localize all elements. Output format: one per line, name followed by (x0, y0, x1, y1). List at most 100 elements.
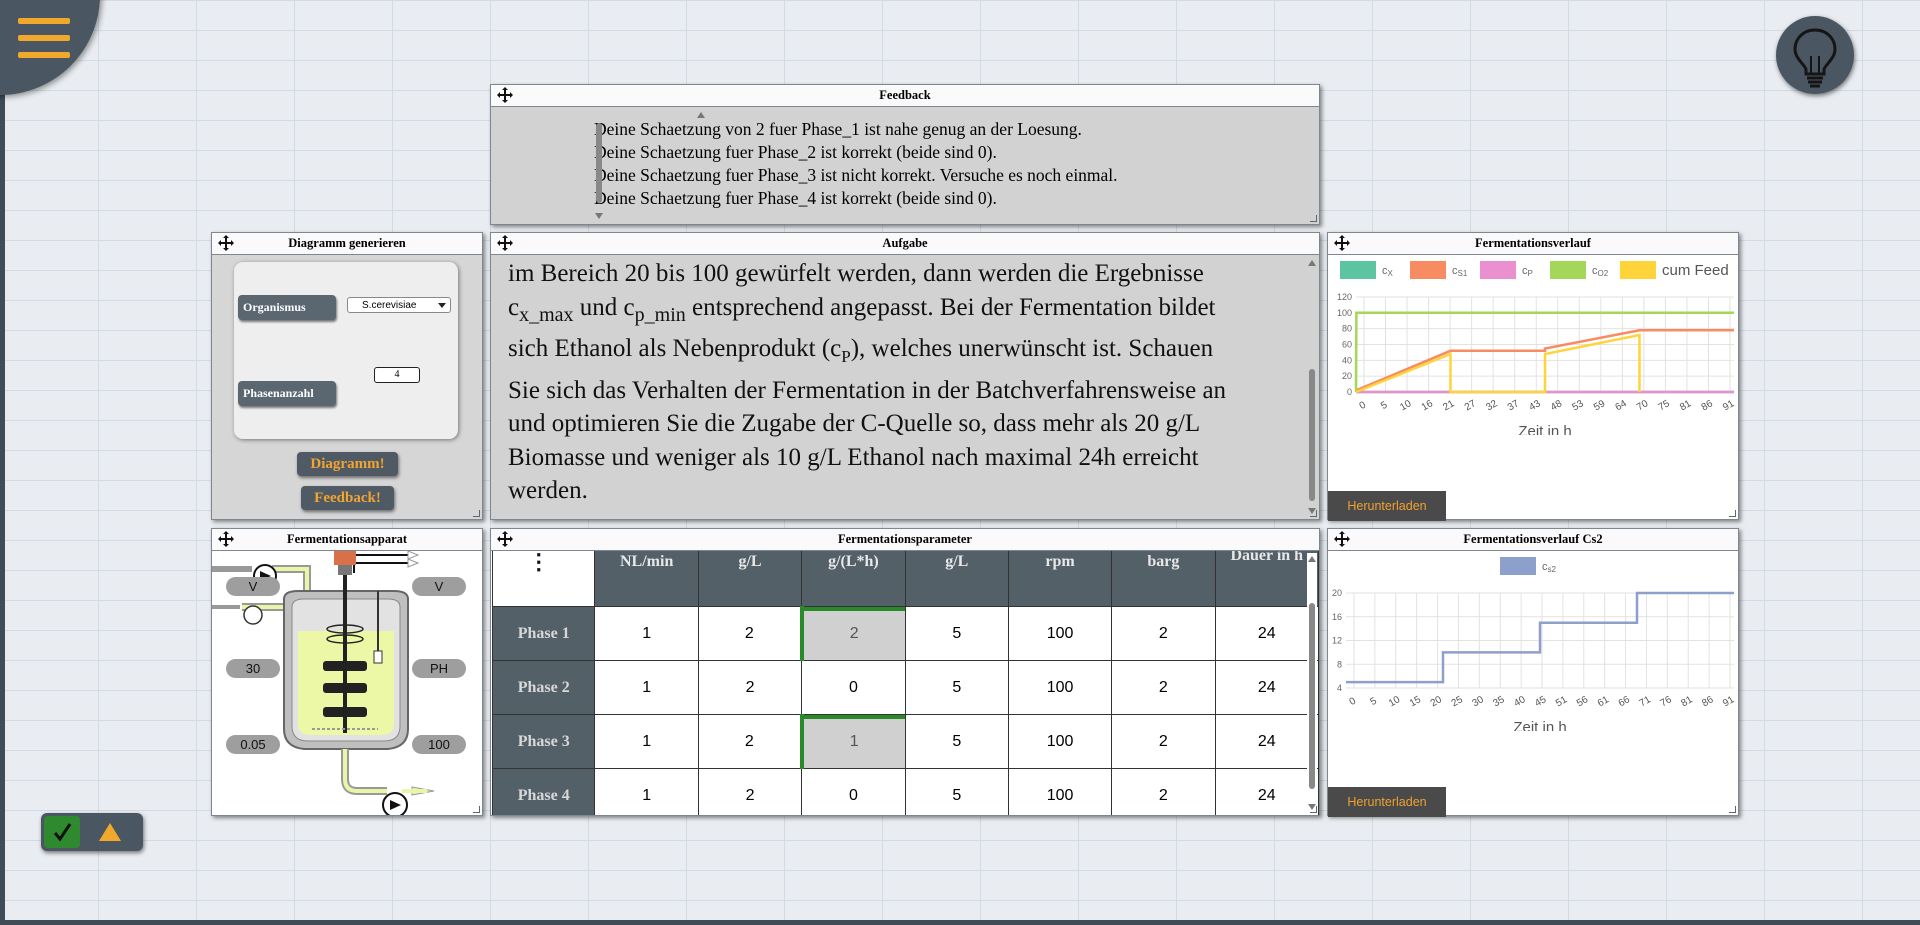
table-cell[interactable]: 24 (1214, 660, 1319, 715)
diagramm-button[interactable]: Diagramm! (297, 452, 398, 476)
table-row: Phase 2 1 2 0 5 100 2 24 (491, 660, 1319, 715)
hamburger-menu-icon[interactable] (18, 18, 70, 70)
parameter-scrollbar[interactable] (1307, 553, 1317, 813)
temperature-indicator: 30 (226, 659, 280, 678)
feedback-title: Feedback (879, 88, 931, 102)
x-tick-label: 81 (1679, 694, 1695, 709)
x-tick-label: 21 (1441, 398, 1457, 413)
table-cell[interactable]: 2 (697, 606, 803, 661)
table-cell[interactable]: 2 (697, 714, 803, 769)
download-button[interactable]: Herunterladen (1328, 491, 1446, 521)
table-cell[interactable]: 0 (801, 768, 906, 815)
row-header: Phase 3 (491, 714, 596, 769)
aufgabe-line: Sie sich das Verhalten der Fermentation … (508, 376, 1227, 404)
table-cell[interactable]: 2 (1111, 660, 1216, 715)
table-cell[interactable]: 24 (1214, 714, 1319, 769)
y-tick-label: 4 (1337, 683, 1342, 693)
table-cell[interactable]: 5 (904, 768, 1009, 815)
x-tick-label: 43 (1527, 398, 1543, 413)
move-icon[interactable] (497, 235, 513, 251)
table-cell[interactable]: 100 (1007, 660, 1113, 715)
feedback-line-4: Deine Schaetzung fuer Phase_4 ist korrek… (594, 188, 997, 208)
column-header: g/L (697, 551, 803, 607)
apparat-window: Fermentationsapparat V V 30 PH 0.05 100 (211, 528, 483, 816)
download-button[interactable]: Herunterladen (1328, 787, 1446, 817)
aufgabe-scrollbar[interactable] (1307, 257, 1317, 517)
feedback-scrollbar[interactable] (594, 109, 705, 222)
x-tick-label: 37 (1506, 398, 1522, 413)
x-tick-label: 53 (1570, 398, 1586, 413)
organismus-select[interactable]: S.cerevisiae (347, 297, 451, 313)
warning-icon[interactable] (99, 823, 121, 841)
table-cell[interactable]: 100 (1007, 714, 1113, 769)
column-header: g/(L*h) (801, 551, 906, 607)
x-tick-label: 51 (1554, 694, 1570, 709)
table-cell[interactable]: 1 (594, 714, 699, 769)
fermentation-chart: 0204060801001200 5 10 16 21 27 32 37 43 48 53 59 64 7… (1337, 261, 1737, 440)
feedback-line-3: Deine Schaetzung fuer Phase_3 ist nicht … (594, 165, 1118, 185)
resize-handle[interactable] (1310, 510, 1317, 517)
x-tick-label: 15 (1408, 694, 1424, 709)
x-tick-label: 76 (1659, 694, 1675, 709)
table-cell[interactable]: 100 (1007, 606, 1113, 661)
aufgabe-content: im Bereich 20 bis 100 gewürfelt werden, … (491, 255, 1319, 519)
table-cell[interactable]: 2 (1111, 606, 1216, 661)
x-tick-label: 30 (1471, 694, 1487, 709)
table-cell-edited[interactable]: 1 (799, 714, 907, 769)
resize-handle[interactable] (473, 510, 480, 517)
y-tick-label: 20 (1332, 588, 1342, 598)
table-cell[interactable]: 100 (1007, 768, 1113, 815)
table-row: Phase 3 1 2 1 5 100 2 24 (491, 714, 1319, 769)
flow-indicator: 0.05 (226, 735, 280, 754)
table-cell[interactable]: 2 (1111, 768, 1216, 815)
move-icon[interactable] (218, 531, 234, 547)
resize-handle[interactable] (1729, 510, 1736, 517)
valve-icon (243, 605, 263, 625)
table-cell-edited[interactable]: 2 (799, 606, 907, 661)
move-icon[interactable] (1334, 531, 1350, 547)
table-cell[interactable]: 1 (594, 768, 699, 815)
y-tick-label: 100 (1337, 308, 1352, 318)
table-row: Phase 1 1 2 2 5 100 2 24 (491, 606, 1319, 661)
series-line (1355, 333, 1641, 394)
table-cell[interactable]: 2 (697, 768, 803, 815)
table-cell[interactable]: 24 (1214, 768, 1319, 815)
table-cell[interactable]: 1 (594, 660, 699, 715)
window-frame-left (0, 0, 5, 925)
resize-handle[interactable] (473, 806, 480, 813)
move-icon[interactable] (218, 235, 234, 251)
table-cell[interactable]: 0 (801, 660, 906, 715)
status-panel (41, 813, 143, 851)
table-cell[interactable]: 2 (697, 660, 803, 715)
x-tick-label: 40 (1512, 694, 1528, 709)
phasenanzahl-input[interactable]: 4 (374, 367, 420, 383)
ph-indicator: PH (412, 659, 466, 678)
x-tick-label: 64 (1614, 398, 1630, 413)
resize-handle[interactable] (1310, 215, 1317, 222)
table-cell[interactable]: 1 (594, 606, 699, 661)
diagramm-window: Diagramm generieren Organismus S.cerevis… (211, 232, 483, 520)
legend-swatch (1480, 261, 1516, 279)
table-cell[interactable]: 5 (904, 606, 1009, 661)
table-cell[interactable]: 2 (1111, 714, 1216, 769)
lightbulb-icon[interactable] (1776, 16, 1854, 94)
x-tick-label: 10 (1387, 694, 1403, 709)
vertical-dots-icon[interactable]: ⋮ (491, 551, 593, 573)
table-cell[interactable]: 24 (1214, 606, 1319, 661)
move-icon[interactable] (1334, 235, 1350, 251)
parameter-title: Fermentationsparameter (838, 532, 972, 546)
table-cell[interactable]: 5 (904, 660, 1009, 715)
cs2-chart: 4 8 12 16 20 0 5 10 15 20 25 30 35 40 45 51 56 61 66 71 76 81… (1332, 557, 1737, 736)
table-cell[interactable]: 5 (904, 714, 1009, 769)
x-tick-label: 5 (1368, 695, 1379, 708)
move-icon[interactable] (497, 87, 513, 103)
resize-handle[interactable] (1310, 806, 1317, 813)
x-tick-label: 10 (1398, 398, 1414, 413)
y-tick-label: 12 (1332, 636, 1342, 646)
feedback-button[interactable]: Feedback! (301, 486, 394, 510)
resize-handle[interactable] (1729, 806, 1736, 813)
checkmark-icon[interactable] (44, 816, 80, 848)
x-tick-label: 0 (1348, 695, 1359, 708)
move-icon[interactable] (497, 531, 513, 547)
legend-label: cP (1522, 265, 1533, 278)
